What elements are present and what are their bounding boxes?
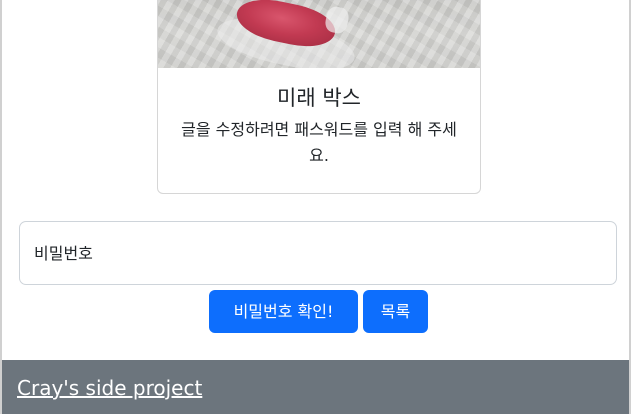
confirm-password-button[interactable]: 비밀번호 확인! (209, 290, 358, 333)
hourglass-image (158, 0, 480, 68)
footer-project-link[interactable]: Cray's side project (17, 376, 202, 400)
card-title: 미래 박스 (277, 86, 361, 110)
card-description: 글을 수정하려면 패스워드를 입력 해 주세요. (181, 120, 457, 165)
list-button[interactable]: 목록 (363, 290, 428, 333)
password-input[interactable] (19, 221, 617, 285)
footer: Cray's side project (2, 360, 629, 414)
card-body: 미래 박스 글을 수정하려면 패스워드를 입력 해 주세요. (158, 68, 480, 169)
info-card: 미래 박스 글을 수정하려면 패스워드를 입력 해 주세요. (157, 0, 481, 194)
